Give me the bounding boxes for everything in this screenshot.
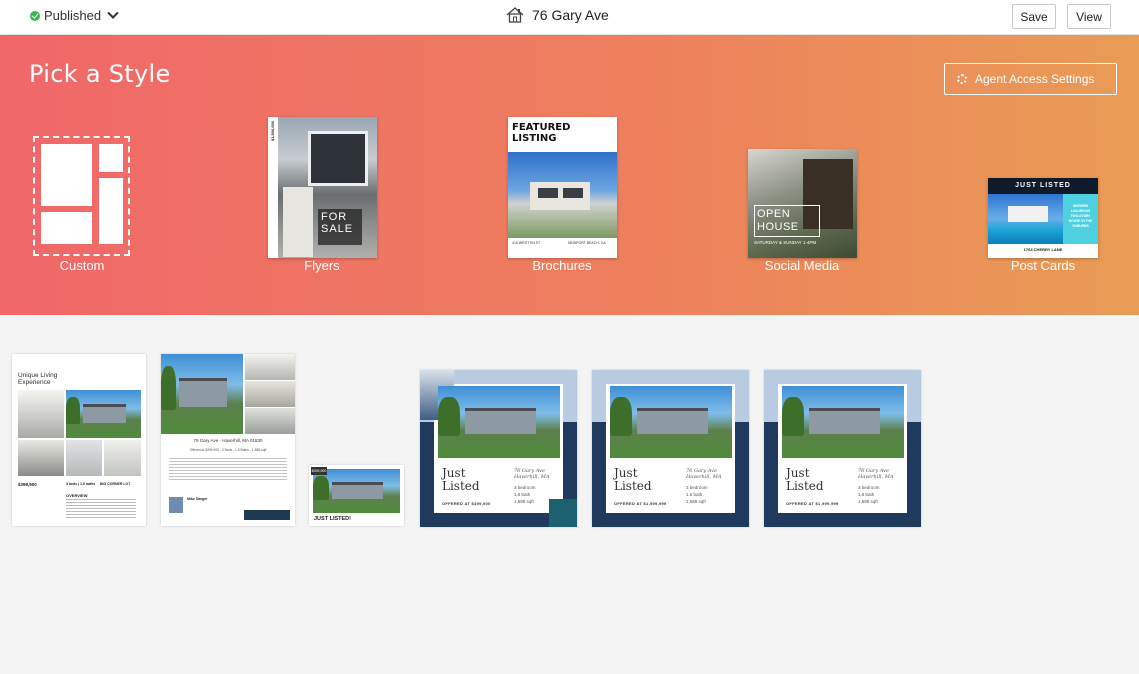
top-bar: Published 76 Gary Ave Save View — [0, 0, 1139, 35]
flyer-price: $1,500,000 — [270, 121, 275, 142]
sq1-b2: 1.5 bath — [514, 492, 531, 497]
publish-status-dropdown[interactable]: Published — [30, 7, 119, 23]
card1-title-line1: Unique Living — [18, 372, 58, 379]
card3-badge: $399,900 — [311, 467, 327, 475]
house-icon — [506, 7, 524, 23]
brochure-thumbnail[interactable]: FEATURED LISTING 415 WRITTEN ST NEWPORT … — [508, 117, 617, 258]
sq2-city: Haverhill, MA — [686, 474, 722, 480]
template-card-flyer-detail[interactable]: 76 Gary Ave - Haverhill, MA 01830 Offere… — [161, 354, 295, 526]
save-button[interactable]: Save — [1012, 4, 1056, 29]
sq2-b2: 1.5 bath — [686, 492, 703, 497]
card1-price: $399,900 — [18, 482, 37, 487]
custom-layout-icon — [33, 136, 130, 256]
style-picker-banner: Pick a Style Agent Access Settings Custo… — [0, 35, 1139, 315]
card1-beds: 3 beds | 1.5 baths — [66, 482, 96, 486]
card2-offer: Offered at $399,900 - 3 Beds - 1.5 Baths… — [189, 448, 267, 452]
flyer-thumbnail[interactable]: $1,500,000 FOR SALE — [268, 117, 377, 258]
sq2-offer: OFFERED AT $1,999,999 — [614, 501, 667, 506]
card2-address: 76 Gary Ave - Haverhill, MA 01830 — [193, 438, 263, 443]
sq3-b1: 3 bedroom — [858, 485, 880, 490]
template-card-square-2[interactable]: Just Listed 76 Gary Ave Haverhill, MA 3 … — [592, 370, 749, 527]
postcard-side-text: MODERN LUXURIOUS TWO-STORY HOUSE IN THE … — [1068, 204, 1093, 228]
publish-status-label: Published — [44, 8, 102, 23]
sq3-b3: 1,588 sqft — [858, 499, 878, 504]
card1-title-line2: Experience — [18, 379, 51, 386]
gear-icon — [957, 74, 967, 84]
sq1-b1: 3 bedroom — [514, 485, 536, 490]
view-button[interactable]: View — [1067, 4, 1111, 29]
sq1-line2: Listed — [442, 479, 480, 493]
sq3-b2: 1.5 bath — [858, 492, 875, 497]
template-card-square-3[interactable]: Just Listed 76 Gary Ave Haverhill, MA 3 … — [764, 370, 921, 527]
brochure-city: NEWPORT BEACH, CA — [568, 241, 606, 245]
flyer-line2: SALE — [321, 223, 354, 235]
brochure-line2: LISTING — [512, 133, 557, 144]
agent-access-settings-button[interactable]: Agent Access Settings — [944, 63, 1117, 95]
chevron-down-icon — [107, 7, 119, 19]
card2-agent: Mike Sanger — [187, 497, 208, 501]
sq1-b3: 1,588 sqft — [514, 499, 534, 504]
card1-overview: OVERVIEW — [66, 493, 88, 498]
template-card-just-listed-small[interactable]: $399,900 JUST LISTED! — [309, 465, 404, 526]
card3-caption: JUST LISTED! — [314, 516, 351, 522]
style-custom[interactable]: Custom — [0, 35, 160, 275]
agent-access-settings-label: Agent Access Settings — [975, 72, 1095, 86]
flyer-line1: FOR — [321, 211, 348, 223]
sq3-city: Haverhill, MA — [858, 474, 894, 480]
style-label-post-cards: Post Cards — [1010, 258, 1076, 273]
template-card-square-agent[interactable]: Just Listed 76 Gary Ave Haverhill, MA 3 … — [420, 370, 577, 527]
sq3-offer: OFFERED AT $1,999,999 — [786, 501, 839, 506]
style-label-custom: Custom — [59, 258, 105, 273]
social-date: SATURDAY & SUNDAY 1-4PM — [754, 240, 817, 245]
sq2-b3: 1,588 sqft — [686, 499, 706, 504]
listing-title: 76 Gary Ave — [506, 7, 609, 23]
sq1-offer: OFFERED AT $399,900 — [442, 501, 491, 506]
sq2-b1: 3 bedroom — [686, 485, 708, 490]
social-line1: OPEN — [757, 208, 791, 220]
brochure-street: 415 WRITTEN ST — [512, 241, 541, 245]
social-line2: HOUSE — [757, 221, 799, 233]
sq3-line2: Listed — [786, 479, 824, 493]
social-media-thumbnail[interactable]: OPEN HOUSE SATURDAY & SUNDAY 1-4PM — [748, 149, 857, 258]
postcard-thumbnail[interactable]: JUST LISTED MODERN LUXURIOUS TWO-STORY H… — [988, 178, 1098, 258]
check-circle-icon — [30, 10, 40, 21]
sq2-line2: Listed — [614, 479, 652, 493]
listing-title-text: 76 Gary Ave — [532, 7, 609, 23]
postcard-address: 1763 CHERRY LANE — [1023, 247, 1063, 252]
template-card-unique-living[interactable]: Unique Living Experience $399,900 3 beds… — [12, 354, 146, 526]
card1-corner: BIG CORNER LOT — [100, 482, 131, 486]
style-label-flyers: Flyers — [304, 258, 340, 273]
brochure-line1: FEATURED — [512, 122, 571, 133]
style-label-brochures: Brochures — [532, 258, 592, 273]
sq1-city: Haverhill, MA — [514, 474, 550, 480]
postcard-banner: JUST LISTED — [1015, 182, 1071, 189]
style-label-social-media: Social Media — [764, 258, 840, 273]
